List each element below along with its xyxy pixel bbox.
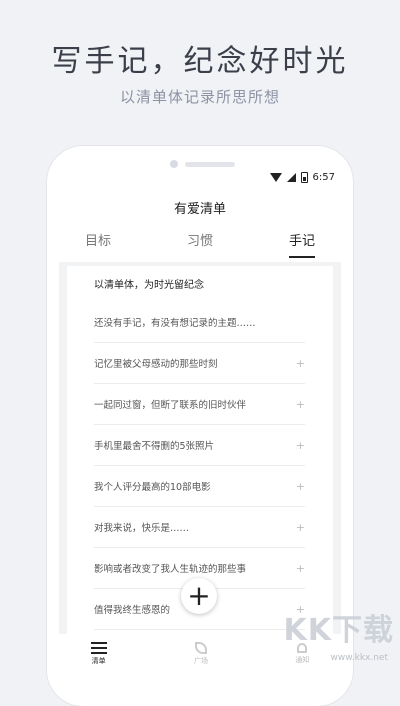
add-icon[interactable]: + — [295, 480, 305, 493]
watermark-url: www.kkx.net — [330, 653, 389, 663]
nav-item-square[interactable]: 广场 — [194, 642, 208, 666]
add-note-button[interactable]: + — [181, 578, 217, 614]
tab-notes[interactable]: 手记 — [288, 230, 315, 258]
subline: 以清单体记录所思所想 — [119, 88, 280, 106]
list-item-text: 影响或者改变了我人生轨迹的那些事 — [94, 564, 247, 575]
tab-goals[interactable]: 目标 — [85, 230, 111, 258]
list-item-text: 手机里最舍不得删的5张照片 — [94, 441, 215, 452]
add-icon[interactable]: + — [295, 357, 305, 370]
nav-label: 清单 — [91, 657, 106, 665]
nav-label: 广场 — [193, 657, 208, 665]
list-item[interactable]: 对我来说，快乐是…… + — [94, 507, 305, 548]
headline: 写手记，纪念好时光 — [51, 44, 349, 79]
list-item[interactable]: 手机里最舍不得删的5张照片 + — [94, 425, 305, 466]
watermark-logo: KK下载 — [283, 613, 394, 648]
list-item[interactable]: 一起同过窗，但断了联系的旧时伙伴 + — [94, 384, 305, 425]
app-title: 有爱清单 — [173, 202, 226, 217]
list-icon — [90, 642, 107, 654]
list-item-text: 还没有手记，有没有想记录的主题…… — [94, 318, 256, 329]
card-title: 以清单体，为时光留纪念 — [94, 280, 204, 291]
nav-item-list[interactable]: 清单 — [90, 642, 107, 666]
add-icon[interactable]: + — [295, 398, 305, 411]
list-item-text: 记忆里被父母感动的那些时刻 — [94, 359, 218, 370]
wifi-icon — [269, 173, 282, 182]
list-item-text: 对我来说，快乐是…… — [94, 523, 190, 534]
list-item[interactable]: 还没有手记，有没有想记录的主题…… — [94, 302, 305, 343]
camera-dot — [170, 160, 178, 168]
add-icon[interactable]: + — [295, 562, 305, 575]
list-item[interactable]: 记忆里被父母感动的那些时刻 + — [94, 343, 305, 384]
list-item-text: 一起同过窗，但断了联系的旧时伙伴 — [94, 400, 247, 411]
tab-bar: 目标 习惯 手记 — [47, 230, 353, 258]
leaf-icon — [194, 642, 207, 654]
list-item-text: 值得我终生感恩的 — [94, 605, 171, 616]
list-item[interactable]: 我个人评分最高的10部电影 + — [94, 466, 305, 507]
status-time: 6:57 — [312, 172, 335, 183]
nav-label: 通知 — [295, 656, 310, 664]
add-icon[interactable]: + — [295, 439, 305, 452]
add-icon[interactable]: + — [295, 521, 305, 534]
battery-icon — [300, 172, 308, 183]
speaker-bar — [185, 162, 235, 167]
signal-icon — [286, 173, 296, 182]
list-item-text: 我个人评分最高的10部电影 — [94, 482, 211, 493]
status-bar: 6:57 — [269, 172, 335, 183]
tab-habits[interactable]: 习惯 — [187, 230, 213, 258]
